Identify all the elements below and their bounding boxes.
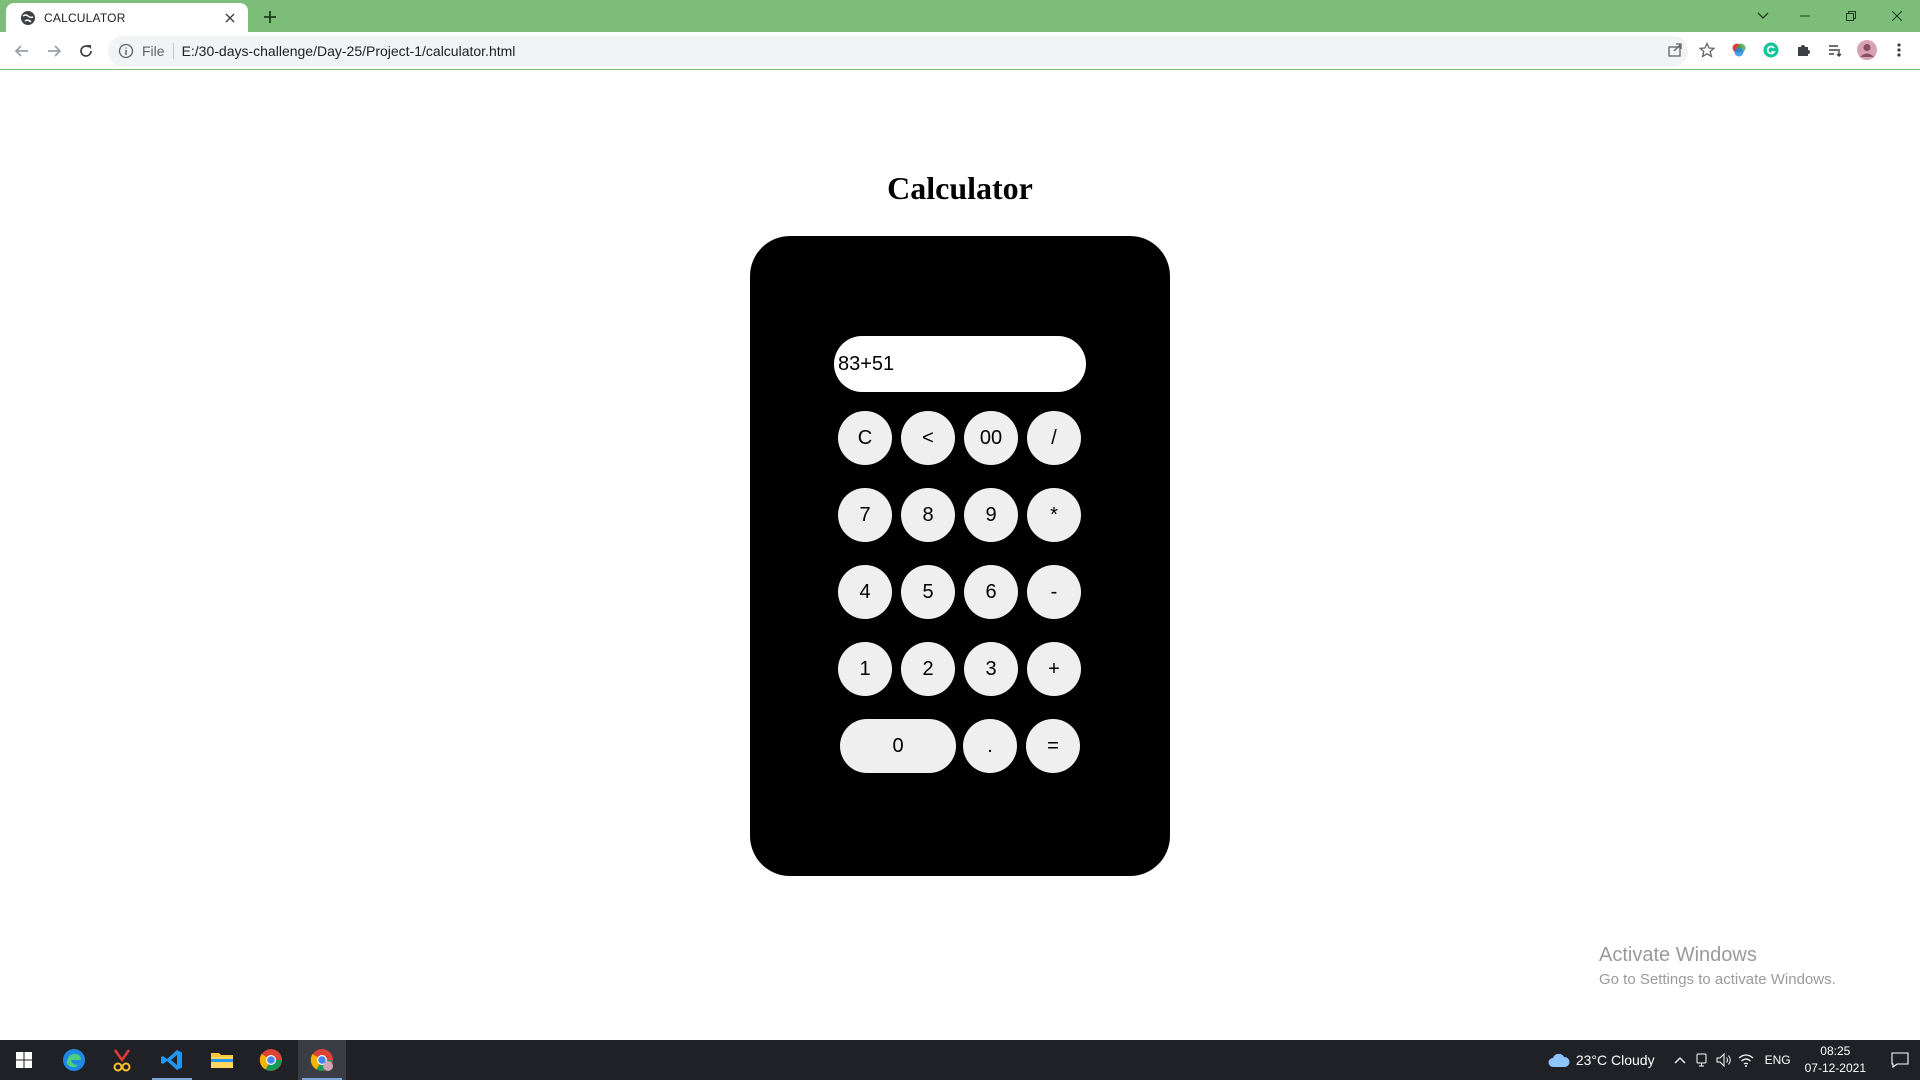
reading-list-icon[interactable] — [1824, 39, 1846, 61]
cloud-icon — [1548, 1053, 1570, 1067]
notification-center-button[interactable] — [1880, 1040, 1920, 1080]
divide-button[interactable]: / — [1027, 411, 1081, 465]
reload-button[interactable] — [70, 35, 102, 67]
info-icon[interactable] — [118, 43, 134, 59]
digit-0-button[interactable]: 0 — [840, 719, 956, 773]
back-arrow-icon — [14, 44, 28, 57]
chevron-down-icon — [1757, 12, 1769, 19]
reload-icon — [80, 44, 92, 57]
digit-5-button[interactable]: 5 — [901, 565, 955, 619]
minimize-button[interactable] — [1782, 0, 1828, 32]
forward-arrow-icon — [48, 44, 62, 57]
chrome-icon[interactable] — [247, 1040, 295, 1080]
digit-8-button[interactable]: 8 — [901, 488, 955, 542]
clear-button[interactable]: C — [838, 411, 892, 465]
profile-avatar[interactable] — [1856, 39, 1878, 61]
equals-button[interactable]: = — [1026, 719, 1080, 773]
close-tab-icon[interactable] — [222, 10, 238, 26]
address-url[interactable]: E:/30-days-challenge/Day-25/Project-1/ca… — [174, 43, 516, 59]
wifi-icon[interactable] — [1735, 1040, 1757, 1080]
globe-icon — [20, 10, 36, 26]
restore-button[interactable] — [1828, 0, 1874, 32]
new-tab-button[interactable] — [258, 5, 282, 29]
browser-tab[interactable]: CALCULATOR — [6, 3, 248, 32]
file-explorer-icon[interactable] — [198, 1040, 246, 1080]
chevron-up-icon[interactable] — [1669, 1040, 1691, 1080]
forward-button[interactable] — [38, 35, 70, 67]
digit-3-button[interactable]: 3 — [964, 642, 1018, 696]
close-icon — [1892, 11, 1902, 21]
notification-icon — [1891, 1052, 1909, 1068]
kebab-menu-icon[interactable] — [1888, 39, 1910, 61]
add-button[interactable]: + — [1027, 642, 1081, 696]
tab-title: CALCULATOR — [44, 10, 126, 25]
digit-9-button[interactable]: 9 — [964, 488, 1018, 542]
language-indicator[interactable]: ENG — [1765, 1053, 1791, 1067]
calculator-display[interactable] — [834, 336, 1086, 392]
digit-7-button[interactable]: 7 — [838, 488, 892, 542]
weather-text: 23°C Cloudy — [1575, 1052, 1655, 1068]
weather-widget[interactable]: 23°C Cloudy — [1548, 1052, 1655, 1068]
toolbar-actions — [1664, 39, 1910, 61]
multiply-button[interactable]: * — [1027, 488, 1081, 542]
clock[interactable]: 08:25 07-12-2021 — [1805, 1043, 1866, 1077]
extensions-puzzle-icon[interactable] — [1792, 39, 1814, 61]
watermark-subtitle: Go to Settings to activate Windows. — [1599, 971, 1836, 988]
tab-search-button[interactable] — [1744, 0, 1782, 32]
decimal-button[interactable]: . — [963, 719, 1017, 773]
calculator-body: C < 00 / 7 8 9 * 4 5 6 - 1 2 3 + 0 . = — [750, 236, 1170, 876]
system-tray: 23°C Cloudy ENG 08:25 07-12-2021 — [1548, 1040, 1920, 1080]
bookmark-star-icon[interactable] — [1696, 39, 1718, 61]
watermark-title: Activate Windows — [1599, 944, 1757, 966]
address-bar[interactable]: File E:/30-days-challenge/Day-25/Project… — [108, 36, 1688, 66]
page-title: Calculator — [887, 170, 1033, 206]
digit-1-button[interactable]: 1 — [838, 642, 892, 696]
color-extension-icon[interactable] — [1728, 39, 1750, 61]
double-zero-button[interactable]: 00 — [964, 411, 1018, 465]
start-button[interactable] — [0, 1040, 48, 1080]
subtract-button[interactable]: - — [1027, 565, 1081, 619]
windows-taskbar: 23°C Cloudy ENG 08:25 07-12-2021 — [0, 1040, 1920, 1080]
activate-windows-watermark: Activate Windows Go to Settings to activ… — [1599, 944, 1836, 988]
minimize-icon — [1800, 15, 1810, 17]
clock-time: 08:25 — [1820, 1044, 1851, 1058]
address-scheme: File — [142, 43, 174, 59]
restore-icon — [1846, 11, 1856, 21]
volume-icon[interactable] — [1713, 1040, 1735, 1080]
plus-icon — [264, 11, 276, 23]
windows-logo-icon — [16, 1052, 32, 1068]
browser-tab-strip: CALCULATOR — [0, 0, 1920, 32]
chrome-profile-window-icon[interactable] — [298, 1040, 346, 1080]
browser-toolbar: File E:/30-days-challenge/Day-25/Project… — [0, 32, 1920, 70]
grammarly-icon[interactable] — [1760, 39, 1782, 61]
backspace-button[interactable]: < — [901, 411, 955, 465]
window-controls — [1744, 0, 1920, 32]
share-icon[interactable] — [1664, 39, 1686, 61]
snipping-tool-icon[interactable] — [98, 1040, 146, 1080]
clock-date: 07-12-2021 — [1804, 1061, 1866, 1075]
digit-6-button[interactable]: 6 — [964, 565, 1018, 619]
meet-now-icon[interactable] — [1691, 1040, 1713, 1080]
close-window-button[interactable] — [1874, 0, 1920, 32]
back-button[interactable] — [6, 35, 38, 67]
digit-4-button[interactable]: 4 — [838, 565, 892, 619]
edge-icon[interactable] — [50, 1040, 98, 1080]
vscode-icon[interactable] — [148, 1040, 196, 1080]
digit-2-button[interactable]: 2 — [901, 642, 955, 696]
